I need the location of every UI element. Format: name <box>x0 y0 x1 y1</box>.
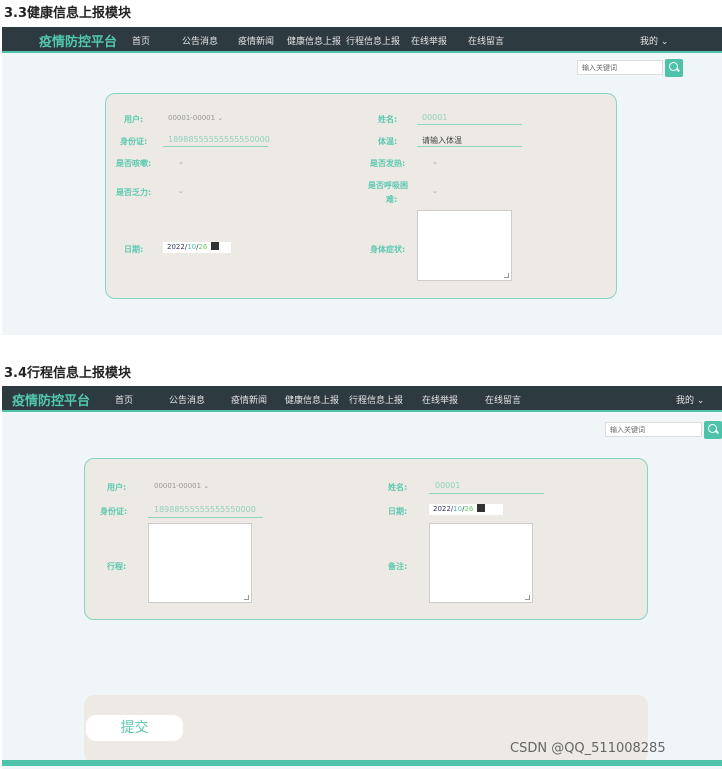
breath-select[interactable]: ⌄ <box>432 187 438 195</box>
submit-button[interactable]: 提交 <box>86 715 183 741</box>
nav-my-menu[interactable]: 我的 ⌄ <box>676 393 704 406</box>
health-form-panel: 用户: 00001-00001 ⌄ 姓名: 00001 身份证: 1898855… <box>105 93 617 299</box>
name-underline <box>417 124 522 125</box>
nav-notices[interactable]: 公告消息 <box>182 34 218 47</box>
fatigue-label: 是否乏力: <box>116 188 152 197</box>
user-select[interactable]: 00001-00001 ⌄ <box>154 482 209 490</box>
nav-health-report[interactable]: 健康信息上报 <box>285 393 339 406</box>
id-label: 身份证: <box>120 137 148 146</box>
search-icon[interactable] <box>665 59 683 77</box>
id-field[interactable]: 18988555555555550000 <box>168 135 270 144</box>
top-nav: 疫情防控平台 首页 公告消息 疫情新闻 健康信息上报 行程信息上报 在线举报 在… <box>2 27 722 53</box>
fever-select[interactable]: ⌄ <box>432 158 438 166</box>
health-report-screenshot: 疫情防控平台 首页 公告消息 疫情新闻 健康信息上报 行程信息上报 在线举报 在… <box>2 27 722 335</box>
nav-news[interactable]: 疫情新闻 <box>231 393 267 406</box>
watermark: CSDN @QQ_511008285 <box>510 741 666 756</box>
nav-trip-report[interactable]: 行程信息上报 <box>349 393 403 406</box>
section-heading-health: 3.3健康信息上报模块 <box>4 6 132 21</box>
breath-label-line2: 难: <box>386 195 398 204</box>
nav-health-report[interactable]: 健康信息上报 <box>287 34 341 47</box>
breath-label-line1: 是否呼吸困 <box>368 181 408 190</box>
section-heading-trip: 3.4行程信息上报模块 <box>4 366 132 381</box>
nav-online-report[interactable]: 在线举报 <box>411 34 447 47</box>
cough-select[interactable]: ⌄ <box>178 158 184 166</box>
calendar-icon[interactable] <box>211 242 220 250</box>
name-underline <box>429 493 544 494</box>
trip-label: 行程: <box>107 562 127 571</box>
note-label: 备注: <box>388 562 408 571</box>
id-field[interactable]: 18988555555555550000 <box>154 505 256 514</box>
search-input[interactable]: 输入关键词 <box>577 60 663 75</box>
brand-logo[interactable]: 疫情防控平台 <box>39 31 117 50</box>
id-underline <box>163 146 268 147</box>
id-label: 身份证: <box>100 507 128 516</box>
date-label: 日期: <box>388 507 408 516</box>
trip-form-panel: 用户: 00001-00001 ⌄ 姓名: 00001 身份证: 1898855… <box>84 458 648 620</box>
note-textarea[interactable] <box>429 523 533 603</box>
symptom-label: 身体症状: <box>370 245 406 254</box>
calendar-icon[interactable] <box>477 504 486 512</box>
nav-home[interactable]: 首页 <box>132 34 150 47</box>
trip-report-screenshot: 疫情防控平台 首页 公告消息 疫情新闻 健康信息上报 行程信息上报 在线举报 在… <box>2 386 722 769</box>
date-input[interactable]: 2022/10/26 <box>429 504 503 515</box>
top-nav: 疫情防控平台 首页 公告消息 疫情新闻 健康信息上报 行程信息上报 在线举报 在… <box>2 386 722 412</box>
nav-trip-report[interactable]: 行程信息上报 <box>346 34 400 47</box>
user-label: 用户: <box>107 483 127 492</box>
trip-textarea[interactable] <box>148 523 252 603</box>
nav-message[interactable]: 在线留言 <box>485 393 521 406</box>
fever-label: 是否发热: <box>370 159 406 168</box>
name-field[interactable]: 00001 <box>435 481 460 490</box>
nav-news[interactable]: 疫情新闻 <box>238 34 274 47</box>
symptom-textarea[interactable] <box>417 210 512 281</box>
cough-label: 是否咳嗽: <box>116 159 152 168</box>
nav-notices[interactable]: 公告消息 <box>169 393 205 406</box>
user-select[interactable]: 00001-00001 ⌄ <box>168 114 223 122</box>
user-label: 用户: <box>124 115 144 124</box>
search-icon[interactable] <box>704 421 722 439</box>
date-input[interactable]: 2022/10/26 <box>163 242 231 253</box>
fatigue-select[interactable]: ⌄ <box>178 187 184 195</box>
nav-my-menu[interactable]: 我的 ⌄ <box>640 34 668 47</box>
footer-bar <box>2 760 722 766</box>
date-label: 日期: <box>124 245 144 254</box>
name-field[interactable]: 00001 <box>422 113 447 122</box>
brand-logo[interactable]: 疫情防控平台 <box>12 390 90 409</box>
nav-online-report[interactable]: 在线举报 <box>422 393 458 406</box>
temp-label: 体温: <box>378 137 398 146</box>
nav-home[interactable]: 首页 <box>115 393 133 406</box>
nav-message[interactable]: 在线留言 <box>468 34 504 47</box>
temp-underline <box>417 146 522 147</box>
name-label: 姓名: <box>378 115 398 124</box>
temp-input[interactable]: 请输入体温 <box>422 135 462 146</box>
search-input[interactable]: 输入关键词 <box>605 422 702 437</box>
id-underline <box>148 517 263 518</box>
name-label: 姓名: <box>388 483 408 492</box>
